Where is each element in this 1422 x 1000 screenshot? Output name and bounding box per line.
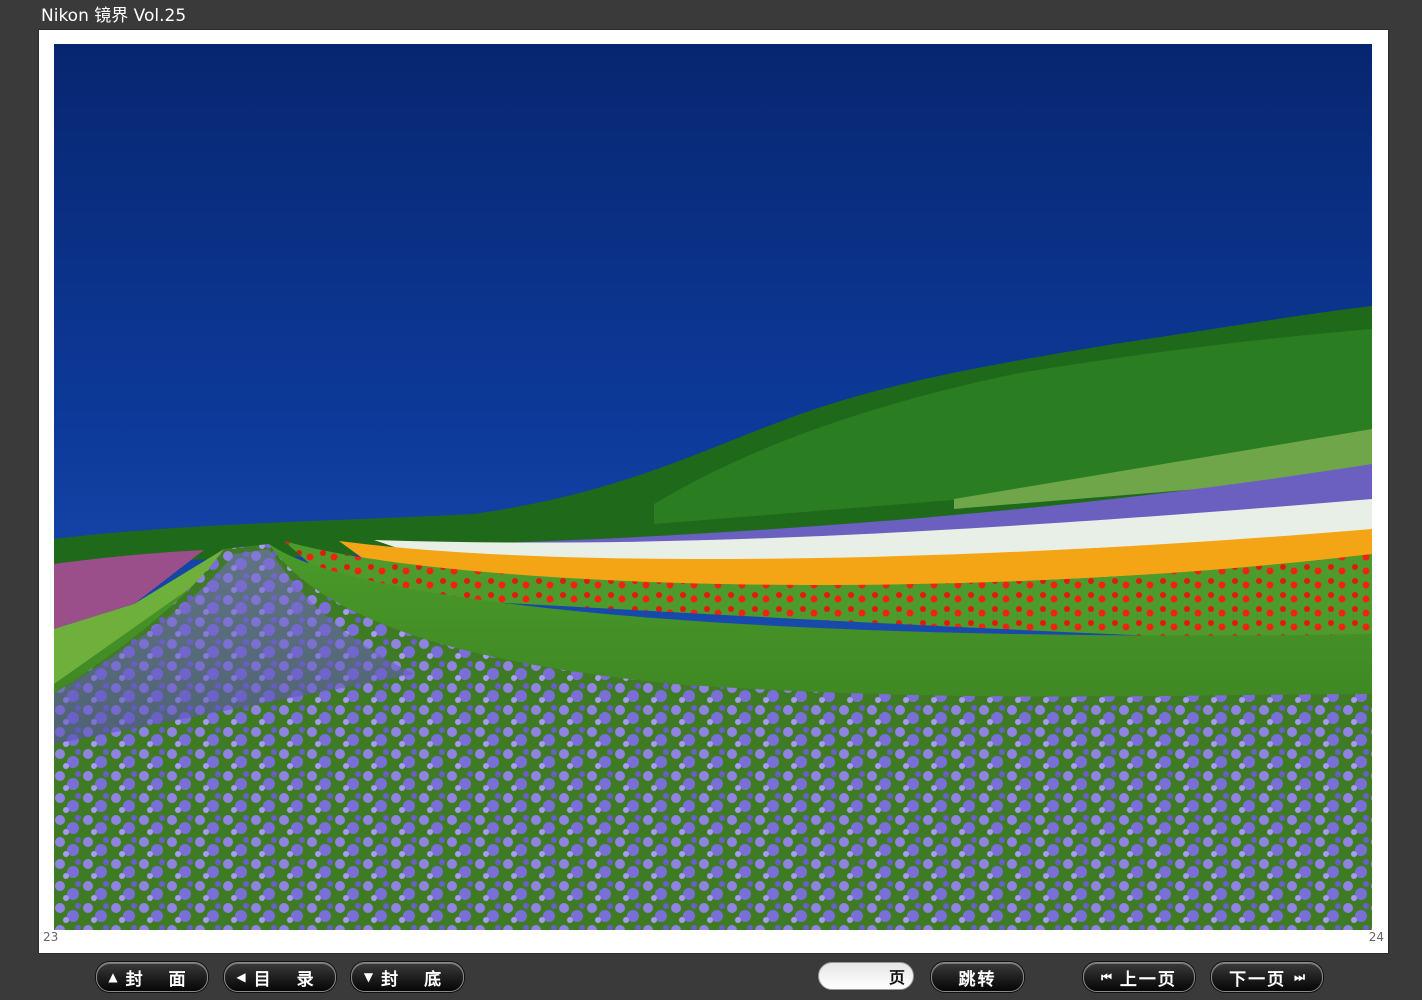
back-cover-button[interactable]: ▼ 封 底 xyxy=(351,962,464,992)
toc-button-label: 目 录 xyxy=(253,969,324,990)
right-page-number: 24 xyxy=(1368,930,1384,944)
triangle-up-icon: ▲ xyxy=(108,970,118,984)
jump-button-label: 跳转 xyxy=(958,969,997,990)
next-page-button-label: 下一页 xyxy=(1229,969,1287,990)
prev-page-button[interactable]: ⏮ 上一页 xyxy=(1083,962,1195,992)
toc-button[interactable]: ◀ 目 录 xyxy=(224,962,336,992)
skip-forward-icon: ⏭ xyxy=(1294,969,1305,984)
triangle-down-icon: ▼ xyxy=(363,970,374,984)
skip-back-icon: ⏮ xyxy=(1101,969,1112,984)
next-page-button[interactable]: 下一页 ⏭ xyxy=(1211,962,1323,992)
magazine-spread: 23 24 xyxy=(39,30,1388,953)
window-title: Nikon 镜界 Vol.25 xyxy=(41,6,187,26)
left-page-number: 23 xyxy=(43,930,59,944)
triangle-left-icon: ◀ xyxy=(236,970,246,984)
navigation-toolbar: ▲ 封 面 ◀ 目 录 ▼ 封 底 页 跳转 ⏮ 上一页 下一页 ⏭ xyxy=(0,962,1422,994)
page-number-input[interactable] xyxy=(827,964,889,988)
cover-button-label: 封 面 xyxy=(125,969,196,990)
page-number-field: 页 xyxy=(818,962,914,990)
page-unit-label: 页 xyxy=(889,968,906,987)
back-cover-button-label: 封 底 xyxy=(381,969,452,990)
flower-field-photo xyxy=(54,44,1372,930)
jump-button[interactable]: 跳转 xyxy=(931,962,1024,992)
prev-page-button-label: 上一页 xyxy=(1119,969,1177,990)
cover-button[interactable]: ▲ 封 面 xyxy=(96,962,208,992)
